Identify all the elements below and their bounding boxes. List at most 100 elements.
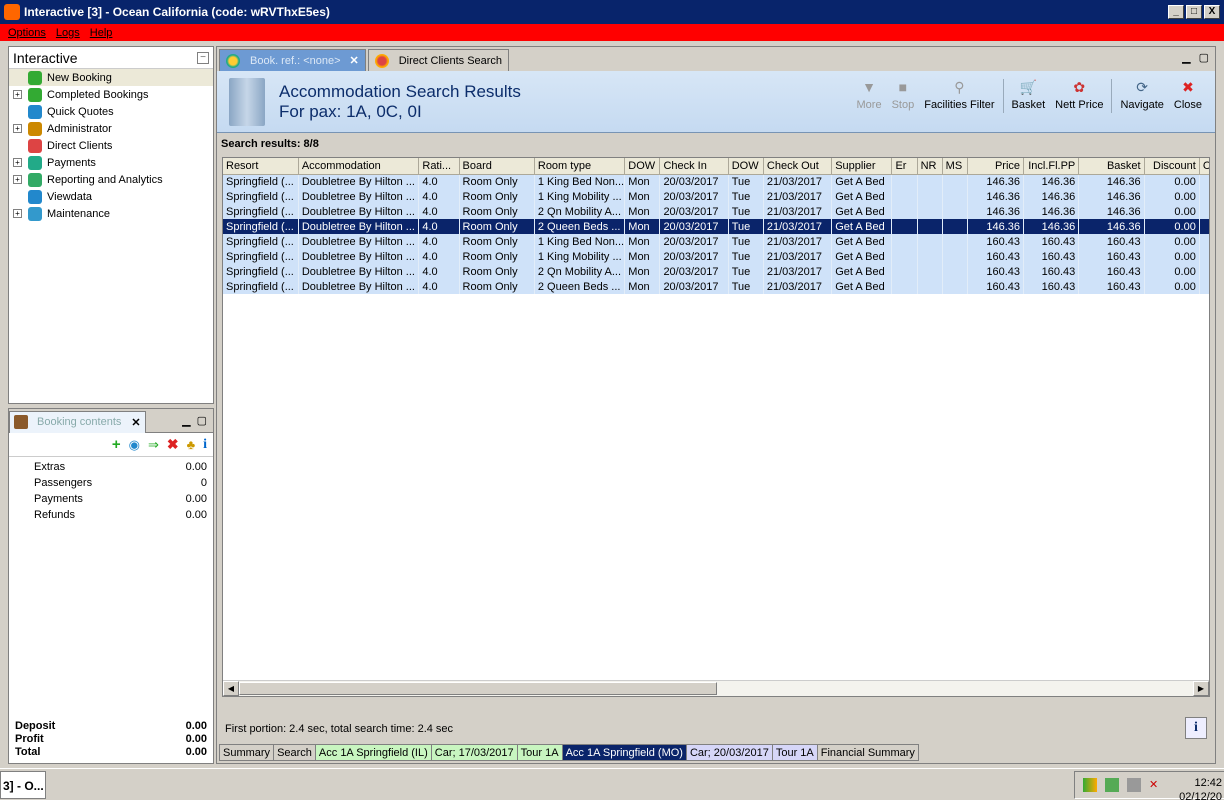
close-tab-icon[interactable]: ✕ bbox=[350, 54, 359, 67]
nav-item-reporting-and-analytics[interactable]: + Reporting and Analytics bbox=[9, 171, 213, 188]
table-row[interactable]: Springfield (... Doubletree By Hilton ...… bbox=[223, 234, 1209, 249]
expand-icon[interactable]: + bbox=[13, 90, 22, 99]
scroll-right-icon[interactable]: ▶ bbox=[1193, 681, 1209, 696]
menu-help[interactable]: Help bbox=[90, 27, 113, 39]
nav-item-administrator[interactable]: + Administrator bbox=[9, 120, 213, 137]
delete-icon[interactable]: ✖ bbox=[167, 436, 179, 453]
table-row[interactable]: Springfield (... Doubletree By Hilton ...… bbox=[223, 204, 1209, 219]
nav-item-quick-quotes[interactable]: Quick Quotes bbox=[9, 103, 213, 120]
column-header[interactable]: Resort bbox=[223, 158, 299, 175]
bottom-tab[interactable]: Search bbox=[273, 744, 316, 761]
info-button[interactable]: i bbox=[1185, 717, 1207, 739]
column-header[interactable]: DOW bbox=[728, 158, 764, 175]
maximize-button[interactable]: □ bbox=[1186, 5, 1202, 19]
column-header[interactable]: C bbox=[1199, 158, 1209, 175]
add-icon[interactable]: + bbox=[112, 436, 121, 453]
toolbar-label: Basket bbox=[1011, 99, 1046, 111]
menu-options[interactable]: Options bbox=[8, 27, 46, 39]
nav-item-new-booking[interactable]: New Booking bbox=[9, 69, 213, 86]
bottom-tab[interactable]: Tour 1A bbox=[516, 744, 563, 761]
menu-logs[interactable]: Logs bbox=[56, 27, 80, 39]
volume-muted-icon[interactable]: ✕ bbox=[1149, 778, 1163, 792]
column-header[interactable]: Room type bbox=[534, 158, 626, 175]
column-header[interactable]: Check In bbox=[659, 158, 729, 175]
nett-price-button[interactable]: ✿ Nett Price bbox=[1050, 79, 1108, 112]
table-cell: Mon bbox=[624, 174, 661, 189]
expand-icon[interactable]: + bbox=[13, 124, 22, 133]
column-header[interactable]: Rati... bbox=[418, 158, 460, 175]
app-icon bbox=[4, 4, 20, 20]
close-window-button[interactable]: X bbox=[1204, 5, 1220, 19]
navigate-button[interactable]: ⟳ Navigate bbox=[1115, 79, 1168, 112]
table-row[interactable]: Springfield (... Doubletree By Hilton ...… bbox=[223, 279, 1209, 294]
expand-icon[interactable]: + bbox=[13, 158, 22, 167]
palm-tree-icon[interactable]: ♣ bbox=[187, 437, 196, 452]
globe-icon bbox=[28, 104, 42, 119]
facilities-filter-button[interactable]: ⚲ Facilities Filter bbox=[919, 79, 999, 112]
tab-direct-clients-search[interactable]: Direct Clients Search bbox=[367, 49, 510, 71]
column-header[interactable]: Basket bbox=[1078, 158, 1145, 175]
table-cell bbox=[891, 234, 918, 249]
maximize-panel-icon[interactable]: ▢ bbox=[197, 414, 207, 427]
bottom-tab[interactable]: Financial Summary bbox=[816, 744, 919, 761]
app-tray-icon[interactable] bbox=[1083, 778, 1097, 792]
column-header[interactable]: NR bbox=[917, 158, 943, 175]
tab-booking-ref[interactable]: Book. ref.: <none> ✕ bbox=[219, 49, 366, 71]
bottom-tab[interactable]: Acc 1A Springfield (IL) bbox=[314, 744, 432, 761]
table-row[interactable]: Springfield (... Doubletree By Hilton ...… bbox=[223, 219, 1209, 234]
column-header[interactable]: Price bbox=[967, 158, 1025, 175]
bottom-tab[interactable]: Tour 1A bbox=[771, 744, 818, 761]
info-icon[interactable]: i bbox=[203, 437, 207, 453]
column-header[interactable]: Board bbox=[459, 158, 535, 175]
nav-item-payments[interactable]: + Payments bbox=[9, 154, 213, 171]
expand-icon[interactable]: + bbox=[13, 175, 22, 184]
nav-item-maintenance[interactable]: + Maintenance bbox=[9, 205, 213, 222]
booking-contents-tab[interactable]: Booking contents ✕ bbox=[9, 410, 146, 433]
horizontal-scrollbar[interactable]: ◀ ▶ bbox=[223, 680, 1209, 696]
scrollbar-thumb[interactable] bbox=[239, 682, 717, 695]
close-tab-icon[interactable]: ✕ bbox=[131, 416, 140, 429]
column-header[interactable]: Discount bbox=[1144, 158, 1200, 175]
column-header[interactable]: Accommodation bbox=[298, 158, 420, 175]
bottom-tab[interactable]: Acc 1A Springfield (MO) bbox=[561, 744, 687, 761]
collapse-panel-button[interactable]: − bbox=[197, 51, 209, 64]
computer-tray-icon[interactable] bbox=[1127, 778, 1141, 792]
table-cell: 1 King Mobility ... bbox=[534, 189, 626, 204]
scroll-left-icon[interactable]: ◀ bbox=[223, 681, 239, 696]
close-button[interactable]: ✖ Close bbox=[1169, 79, 1207, 112]
nav-item-direct-clients[interactable]: Direct Clients bbox=[9, 137, 213, 154]
column-header[interactable]: Incl.Fl.PP bbox=[1023, 158, 1080, 175]
more-button[interactable]: ▼ More bbox=[852, 79, 887, 111]
stop-button[interactable]: ■ Stop bbox=[887, 79, 920, 111]
nav-item-viewdata[interactable]: Viewdata bbox=[9, 188, 213, 205]
table-row[interactable]: Springfield (... Doubletree By Hilton ...… bbox=[223, 189, 1209, 204]
results-grid[interactable]: Resort Accommodation Rati... Board Room type… bbox=[222, 157, 1210, 697]
network-tray-icon[interactable] bbox=[1105, 778, 1119, 792]
column-header[interactable]: Supplier bbox=[831, 158, 893, 175]
table-row[interactable]: Springfield (... Doubletree By Hilton ...… bbox=[223, 174, 1209, 189]
table-row[interactable]: Springfield (... Doubletree By Hilton ...… bbox=[223, 264, 1209, 279]
taskbar-item[interactable]: 3] - O... bbox=[0, 771, 46, 799]
bottom-tab[interactable]: Car; 20/03/2017 bbox=[685, 744, 773, 761]
bottom-tab[interactable]: Car; 17/03/2017 bbox=[430, 744, 518, 761]
nav-item-completed-bookings[interactable]: + Completed Bookings bbox=[9, 86, 213, 103]
minimize-button[interactable]: _ bbox=[1168, 5, 1184, 19]
expand-icon[interactable]: + bbox=[13, 209, 22, 218]
column-header[interactable]: Check Out bbox=[763, 158, 833, 175]
table-cell: Room Only bbox=[459, 249, 535, 264]
minimize-panel-icon[interactable]: ▁ bbox=[182, 414, 190, 427]
bottom-tab[interactable]: Summary bbox=[219, 744, 275, 761]
table-cell: Room Only bbox=[459, 234, 535, 249]
basket-button[interactable]: 🛒 Basket bbox=[1007, 79, 1051, 112]
column-header[interactable]: Er bbox=[891, 158, 918, 175]
table-row[interactable]: Springfield (... Doubletree By Hilton ...… bbox=[223, 249, 1209, 264]
table-cell: Room Only bbox=[459, 174, 535, 189]
minimize-view-icon[interactable]: ▁ bbox=[1182, 51, 1190, 64]
palm-tree-icon bbox=[226, 53, 240, 68]
cart-transfer-icon[interactable]: ⇒ bbox=[148, 437, 159, 453]
column-header[interactable]: DOW bbox=[624, 158, 661, 175]
globe-icon[interactable]: ◉ bbox=[129, 437, 140, 453]
table-cell bbox=[1199, 279, 1209, 294]
column-header[interactable]: MS bbox=[942, 158, 968, 175]
maximize-view-icon[interactable]: ▢ bbox=[1199, 51, 1209, 64]
